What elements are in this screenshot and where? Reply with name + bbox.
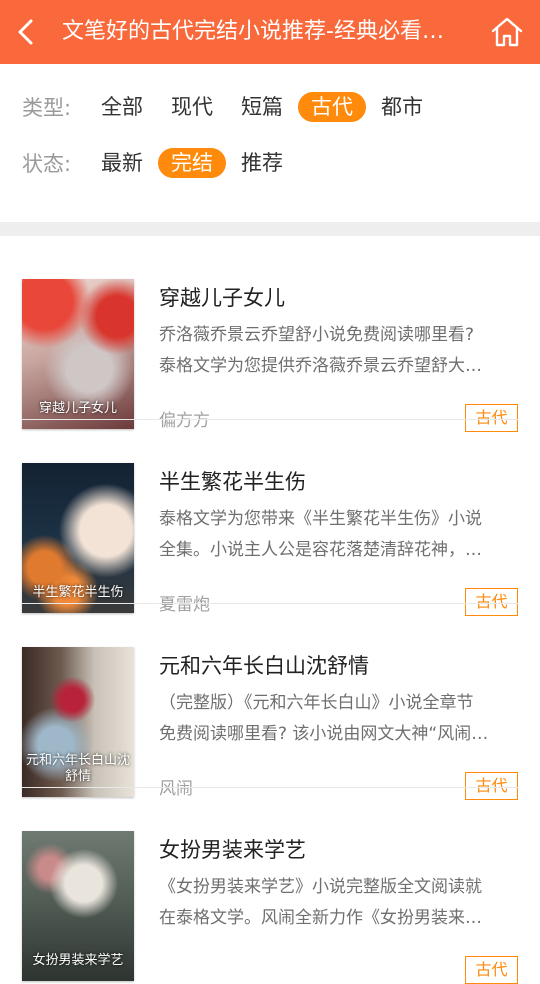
book-description-line: 全集。小说主人公是容花落楚清辞花神，… xyxy=(159,540,482,560)
book-list-item[interactable]: 穿越儿子女儿 穿越儿子女儿 乔洛薇乔景云乔望舒小说免费阅读哪里看? 泰格文学为您… xyxy=(0,236,540,432)
type-option-modern[interactable]: 现代 xyxy=(158,92,226,122)
book-cover-title: 女扮男装来学艺 xyxy=(32,953,124,968)
book-description-line: 在泰格文学。风闹全新力作《女扮男装来… xyxy=(159,908,482,928)
book-title[interactable]: 女扮男装来学艺 xyxy=(159,834,306,864)
type-filter-label: 类型: xyxy=(22,96,72,120)
book-description-line: （完整版）《元和六年长白山》小说全章节 xyxy=(159,693,474,713)
filter-panel: 类型: 全部 现代 短篇 古代 都市 状态: 最新 完结 推荐 xyxy=(0,64,540,222)
type-option-all[interactable]: 全部 xyxy=(88,92,156,122)
type-option-urban[interactable]: 都市 xyxy=(368,92,436,122)
book-description-line: 乔洛薇乔景云乔望舒小说免费阅读哪里看? xyxy=(159,325,475,345)
book-genre-tag: 古代 xyxy=(465,956,518,984)
book-list-item[interactable]: 元和六年长白山沈舒情 元和六年长白山沈舒情 （完整版）《元和六年长白山》小说全章… xyxy=(0,604,540,800)
book-description: 泰格文学为您带来《半生繁花半生伤》小说 全集。小说主人公是容花落楚清辞花神，… xyxy=(159,504,517,566)
book-list-item[interactable]: 女扮男装来学艺 女扮男装来学艺 《女扮男装来学艺》小说完整版全文阅读就 在泰格文… xyxy=(0,788,540,984)
book-title[interactable]: 穿越儿子女儿 xyxy=(159,282,285,312)
section-separator xyxy=(0,222,540,236)
book-cover[interactable]: 穿越儿子女儿 xyxy=(22,279,134,429)
book-cover[interactable]: 女扮男装来学艺 xyxy=(22,831,134,981)
book-description-line: 免费阅读哪里看? 该小说由网文大神“风闹… xyxy=(159,724,489,744)
book-description-line: 泰格文学为您带来《半生繁花半生伤》小说 xyxy=(159,509,482,529)
book-cover[interactable]: 半生繁花半生伤 xyxy=(22,463,134,613)
page-title: 文笔好的古代完结小说推荐-经典必看… xyxy=(62,19,444,44)
status-option-recommended[interactable]: 推荐 xyxy=(228,148,296,178)
book-description: 乔洛薇乔景云乔望舒小说免费阅读哪里看? 泰格文学为您提供乔洛薇乔景云乔望舒大… xyxy=(159,320,517,382)
book-description: 《女扮男装来学艺》小说完整版全文阅读就 在泰格文学。风闹全新力作《女扮男装来… xyxy=(159,872,517,934)
type-filter-options: 全部 现代 短篇 古代 都市 xyxy=(88,92,438,122)
type-option-ancient[interactable]: 古代 xyxy=(298,92,366,122)
status-option-latest[interactable]: 最新 xyxy=(88,148,156,178)
status-filter-options: 最新 完结 推荐 xyxy=(88,148,298,178)
chevron-left-icon xyxy=(18,19,33,45)
book-cover-title: 穿越儿子女儿 xyxy=(38,401,117,416)
back-button[interactable] xyxy=(12,16,42,48)
book-description: （完整版）《元和六年长白山》小说全章节 免费阅读哪里看? 该小说由网文大神“风闹… xyxy=(159,688,517,750)
home-icon xyxy=(491,17,523,47)
book-list-item[interactable]: 半生繁花半生伤 半生繁花半生伤 泰格文学为您带来《半生繁花半生伤》小说 全集。小… xyxy=(0,420,540,616)
app-header: 文笔好的古代完结小说推荐-经典必看… xyxy=(0,0,540,64)
status-option-completed[interactable]: 完结 xyxy=(158,148,226,178)
book-title[interactable]: 半生繁花半生伤 xyxy=(159,466,306,496)
book-cover-title: 元和六年长白山沈舒情 xyxy=(25,753,130,784)
book-cover-title: 半生繁花半生伤 xyxy=(32,585,124,600)
home-button[interactable] xyxy=(490,15,524,49)
book-title[interactable]: 元和六年长白山沈舒情 xyxy=(159,650,369,680)
type-option-short[interactable]: 短篇 xyxy=(228,92,296,122)
status-filter-label: 状态: xyxy=(22,152,72,176)
book-description-line: 《女扮男装来学艺》小说完整版全文阅读就 xyxy=(159,877,482,897)
book-cover[interactable]: 元和六年长白山沈舒情 xyxy=(22,647,134,797)
book-description-line: 泰格文学为您提供乔洛薇乔景云乔望舒大… xyxy=(159,356,482,376)
